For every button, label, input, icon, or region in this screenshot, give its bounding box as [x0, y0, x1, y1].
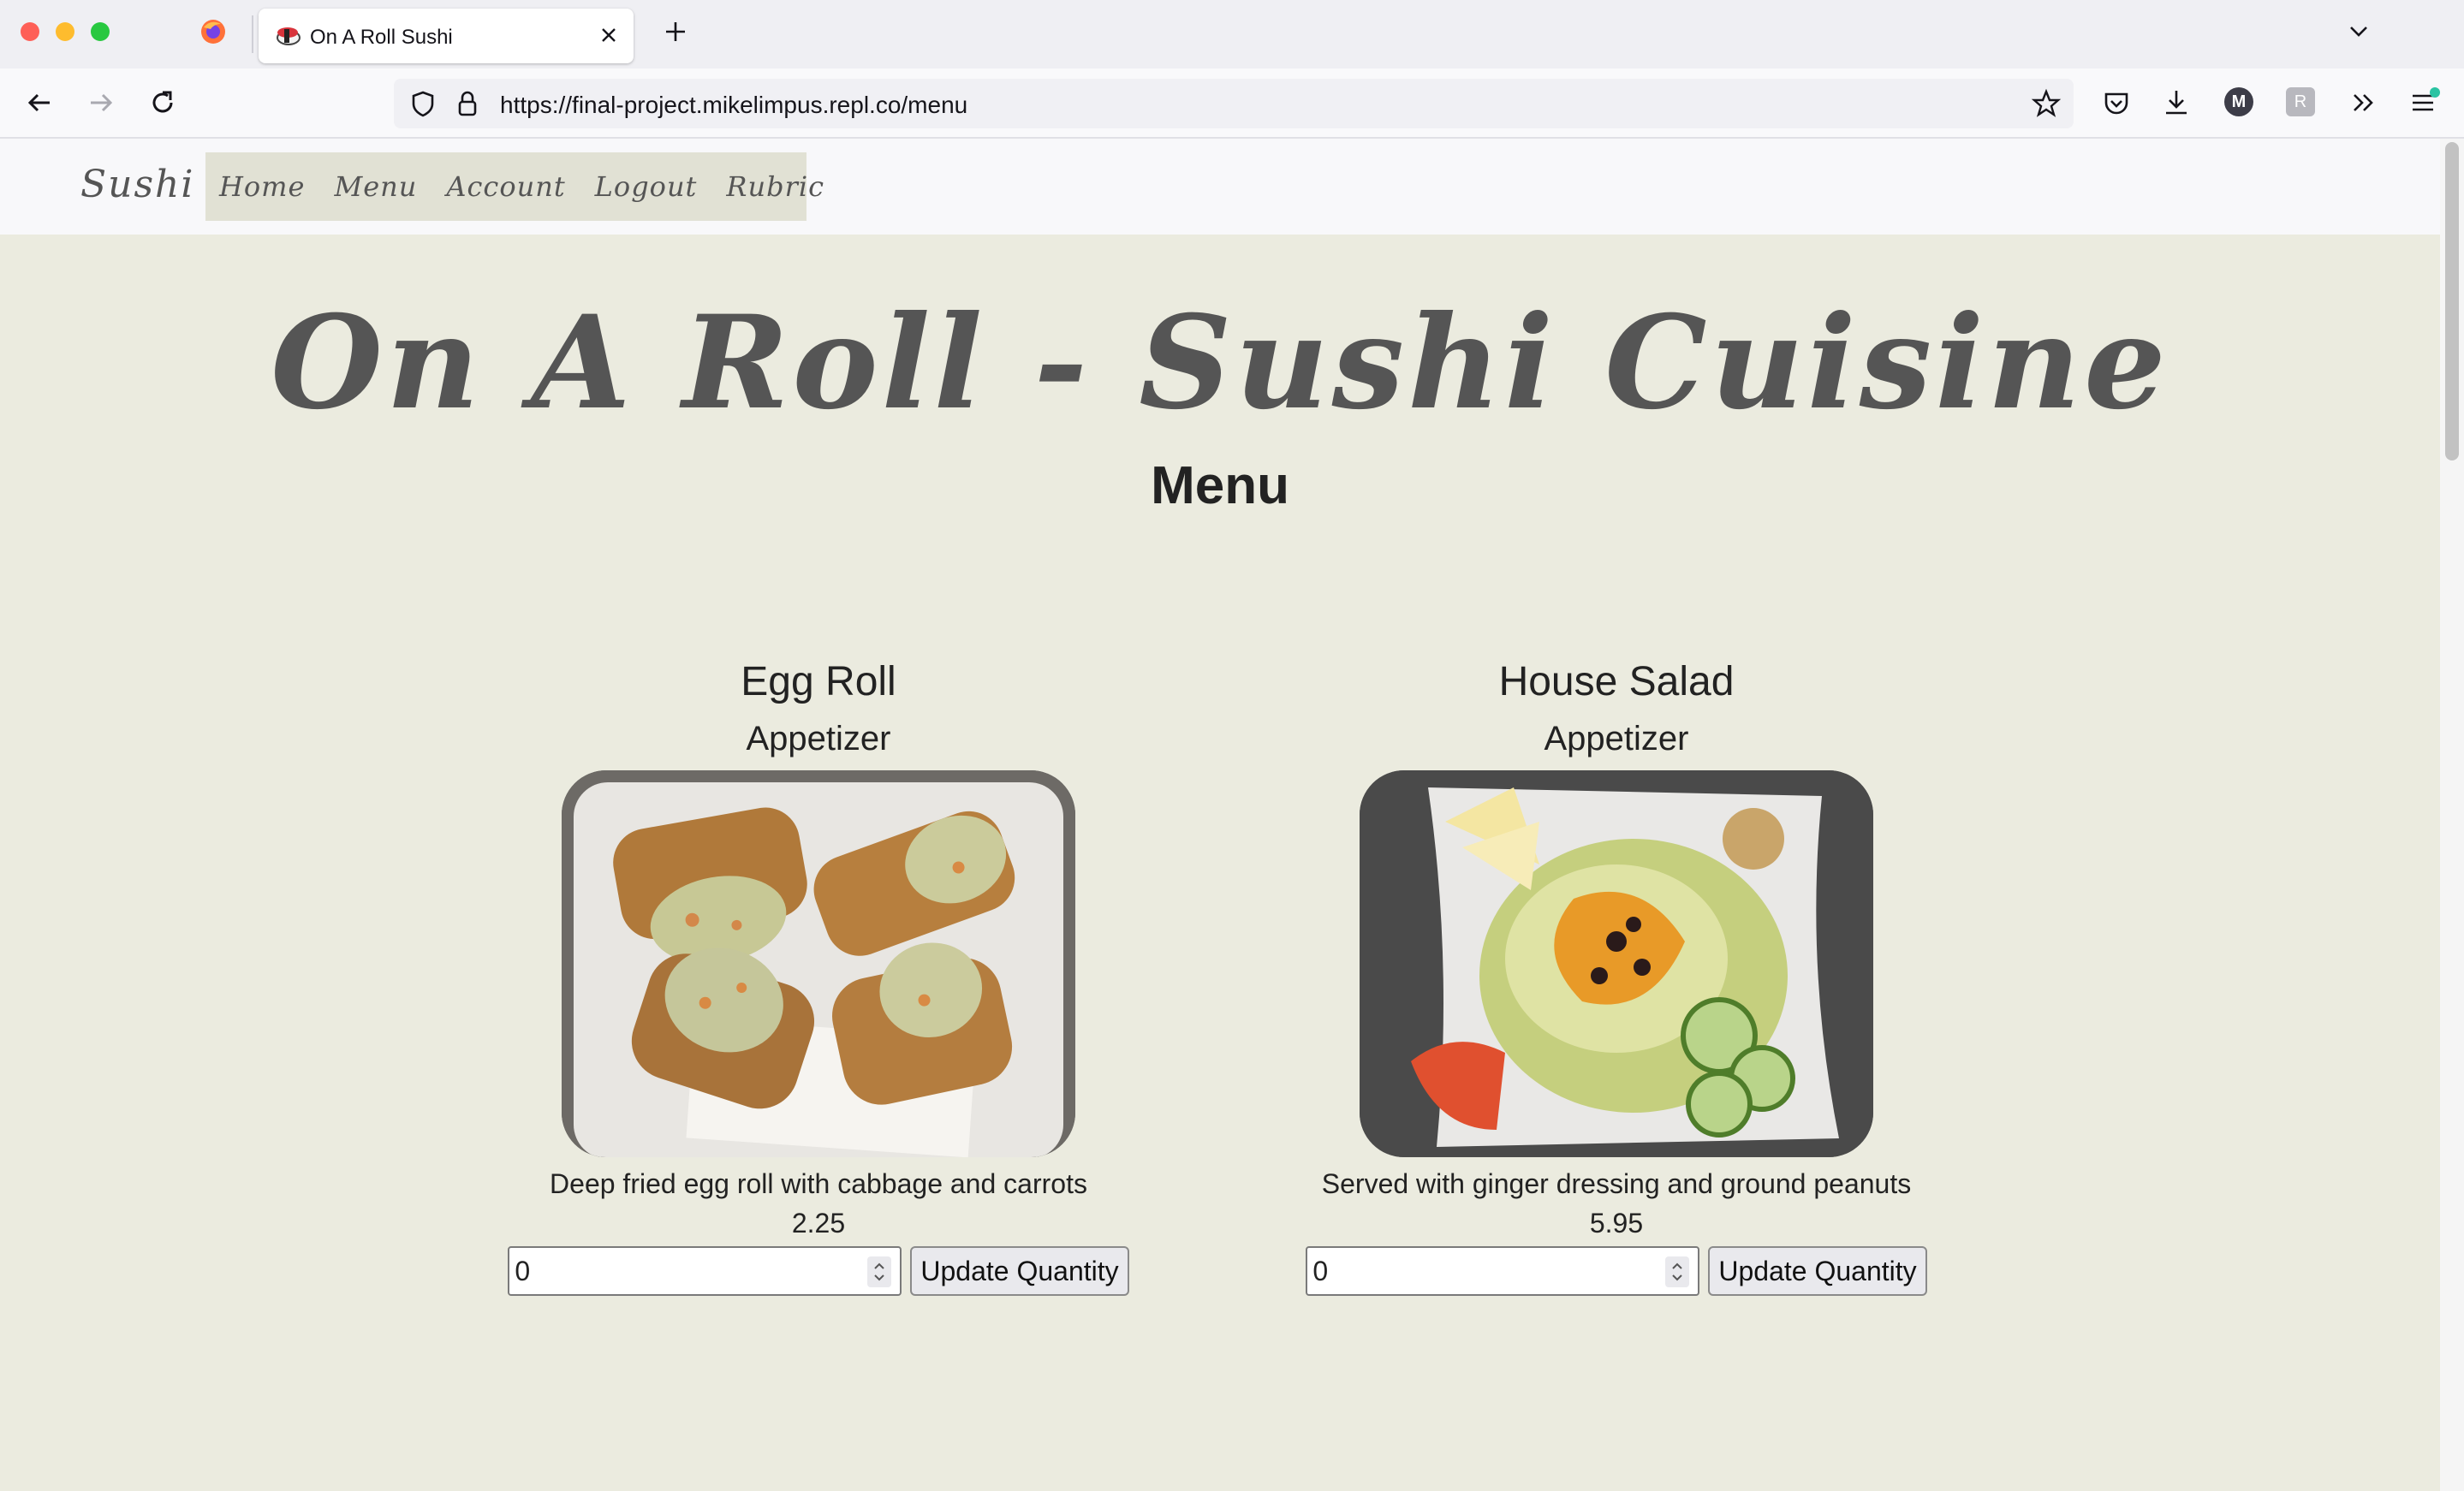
item-price: 2.25: [791, 1208, 846, 1239]
quantity-form: 0 Update Quantity: [493, 1246, 1144, 1296]
site-navbar: Sushi Home Menu Account Logout Rubric: [0, 139, 2440, 235]
tab-title: On A Roll Sushi: [310, 26, 453, 49]
menu-item-card: House Salad Appetizer Served with ginger…: [1291, 652, 1942, 1296]
back-arrow-icon[interactable]: [22, 86, 57, 120]
quantity-input[interactable]: 0: [1306, 1246, 1700, 1296]
maximize-window-button[interactable]: [91, 22, 110, 41]
egg-roll-photo: [562, 770, 1075, 1157]
scrollbar-thumb[interactable]: [2445, 142, 2459, 460]
forward-arrow-icon[interactable]: [84, 86, 118, 120]
nav-link-account[interactable]: Account: [446, 170, 565, 203]
tab-on-a-roll-sushi[interactable]: On A Roll Sushi: [259, 9, 634, 63]
shield-icon[interactable]: [406, 86, 440, 121]
house-salad-photo: [1360, 770, 1873, 1157]
overflow-chevrons-icon[interactable]: [2346, 86, 2380, 120]
lock-icon[interactable]: [450, 86, 485, 121]
page-heading: Menu: [1151, 456, 1289, 515]
vertical-scrollbar[interactable]: [2440, 139, 2464, 1491]
sushi-favicon-icon: [274, 21, 303, 50]
nav-link-home[interactable]: Home: [219, 170, 305, 203]
update-quantity-button[interactable]: Update Quantity: [910, 1246, 1129, 1296]
site-brand-link[interactable]: Sushi: [80, 163, 194, 206]
site-title: On A Roll - Sushi Cuisine: [271, 288, 2169, 438]
item-description: Served with ginger dressing and ground p…: [1321, 1168, 1912, 1199]
account-avatar-icon[interactable]: M: [2224, 87, 2253, 116]
page-viewport: Sushi Home Menu Account Logout Rubric On…: [0, 139, 2464, 1491]
firefox-icon[interactable]: [199, 17, 228, 46]
url-text[interactable]: https://final-project.mikelimpus.repl.co…: [500, 92, 967, 119]
nav-link-menu[interactable]: Menu: [334, 170, 417, 203]
item-description: Deep fried egg roll with cabbage and car…: [550, 1168, 1087, 1199]
item-price: 5.95: [1589, 1208, 1644, 1239]
menu-item-card: Egg Roll Appetizer Deep fried egg roll w…: [493, 652, 1144, 1296]
browser-tab-strip: On A Roll Sushi: [0, 0, 2464, 68]
close-tab-icon[interactable]: [596, 22, 622, 48]
new-tab-icon[interactable]: [661, 17, 690, 46]
update-quantity-button[interactable]: Update Quantity: [1708, 1246, 1927, 1296]
quantity-input[interactable]: 0: [508, 1246, 902, 1296]
chevron-down-icon[interactable]: [2344, 17, 2373, 46]
site-nav-links: Home Menu Account Logout Rubric: [205, 152, 824, 221]
pocket-icon[interactable]: [2099, 86, 2134, 120]
quantity-value: 0: [1312, 1255, 1329, 1286]
extension-icon[interactable]: R: [2286, 87, 2315, 116]
quantity-stepper-icon[interactable]: [867, 1256, 892, 1287]
reload-icon[interactable]: [146, 86, 180, 120]
item-category: Appetizer: [746, 720, 891, 757]
tab-separator: [252, 15, 253, 53]
bookmark-star-icon[interactable]: [2029, 86, 2063, 121]
nav-link-logout[interactable]: Logout: [595, 170, 698, 203]
quantity-stepper-icon[interactable]: [1665, 1256, 1690, 1287]
item-name: House Salad: [1498, 659, 1735, 704]
quantity-value: 0: [515, 1255, 531, 1286]
address-bar[interactable]: https://final-project.mikelimpus.repl.co…: [394, 79, 2074, 128]
update-badge-icon: [2430, 87, 2440, 98]
browser-toolbar: https://final-project.mikelimpus.repl.co…: [0, 68, 2464, 139]
minimize-window-button[interactable]: [56, 22, 74, 41]
item-category: Appetizer: [1544, 720, 1689, 757]
close-window-button[interactable]: [21, 22, 39, 41]
quantity-form: 0 Update Quantity: [1291, 1246, 1942, 1296]
download-icon[interactable]: [2159, 86, 2193, 120]
item-name: Egg Roll: [741, 659, 896, 704]
nav-link-rubric[interactable]: Rubric: [726, 170, 824, 203]
